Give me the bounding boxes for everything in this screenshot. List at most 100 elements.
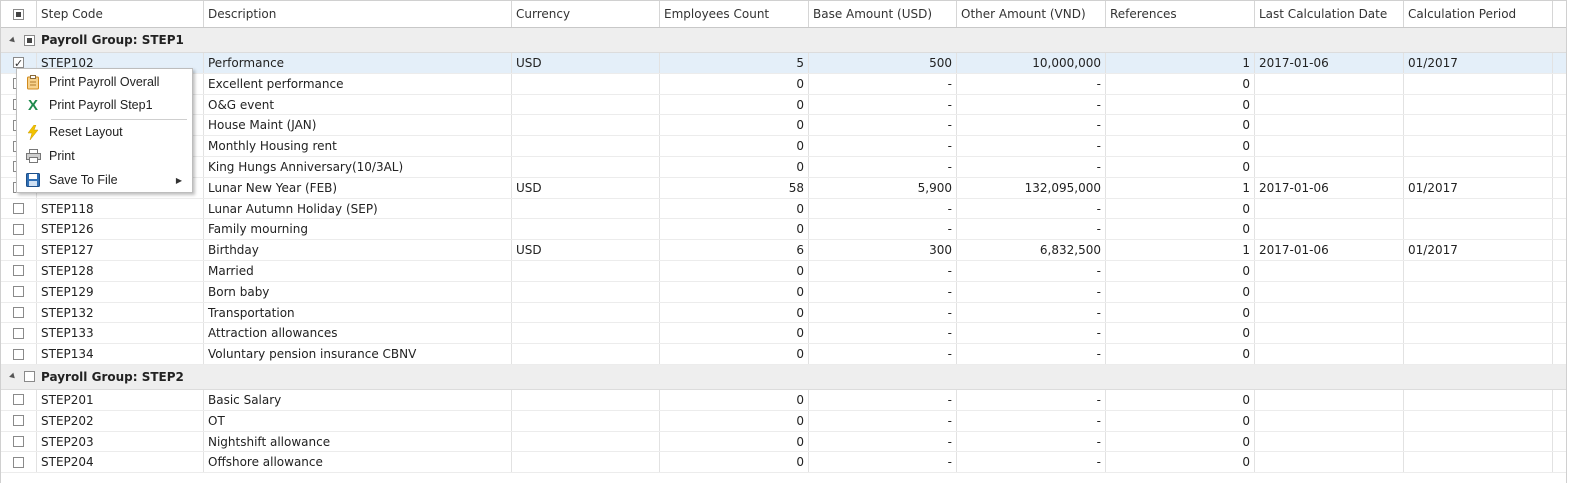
table-row[interactable]: O&G event 0- -0 xyxy=(1,94,1566,116)
calculation-period-cell xyxy=(1404,198,1553,219)
collapse-triangle-icon[interactable] xyxy=(9,373,17,381)
other-amount-cell: - xyxy=(957,389,1106,410)
row-checkbox[interactable] xyxy=(13,202,24,214)
last-calculation-date-cell xyxy=(1255,260,1404,281)
table-row[interactable]: STEP126 Family mourning 0- -0 xyxy=(1,219,1566,241)
step-code-cell: STEP129 xyxy=(37,281,204,302)
base-amount-cell: - xyxy=(809,198,957,219)
row-checkbox-cell[interactable] xyxy=(1,302,37,323)
references-cell: 0 xyxy=(1106,323,1255,344)
row-checkbox[interactable] xyxy=(13,415,24,427)
column-header-references[interactable]: References xyxy=(1106,1,1255,27)
group-row[interactable]: Payroll Group: STEP2 xyxy=(1,364,1566,390)
currency-cell xyxy=(512,452,660,473)
table-row[interactable]: King Hungs Anniversary(10/3AL) 0- -0 xyxy=(1,156,1566,178)
table-row[interactable]: STEP134 Voluntary pension insurance CBNV 0… xyxy=(1,344,1566,365)
column-header-description[interactable]: Description xyxy=(204,1,512,27)
printer-icon xyxy=(17,149,49,163)
table-row[interactable]: Monthly Housing rent 0- -0 xyxy=(1,136,1566,157)
row-checkbox-cell[interactable] xyxy=(1,431,37,452)
currency-cell xyxy=(512,219,660,240)
row-checkbox-cell[interactable] xyxy=(1,281,37,302)
column-header-step-code[interactable]: Step Code xyxy=(37,1,204,27)
collapse-triangle-icon[interactable] xyxy=(9,36,17,44)
last-calculation-date-cell xyxy=(1255,389,1404,410)
table-row[interactable]: STEP203 Nightshift allowance 0- -0 xyxy=(1,431,1566,453)
references-cell: 0 xyxy=(1106,219,1255,240)
menu-item-print-payroll-overall[interactable]: Print Payroll Overall xyxy=(17,71,192,93)
group-checkbox[interactable] xyxy=(24,34,35,46)
description-cell: Performance xyxy=(204,53,512,73)
group-checkbox[interactable] xyxy=(24,371,35,383)
table-row[interactable]: Lunar New Year (FEB) USD 58 5,900 132,095,00… xyxy=(1,177,1566,199)
row-checkbox[interactable] xyxy=(13,435,24,447)
column-header-base-amount[interactable]: Base Amount (USD) xyxy=(809,1,957,27)
row-checkbox[interactable] xyxy=(13,244,24,256)
table-row[interactable]: STEP118 Lunar Autumn Holiday (SEP) 0- -0 xyxy=(1,198,1566,220)
column-header-other-amount[interactable]: Other Amount (VND) xyxy=(957,1,1106,27)
row-checkbox[interactable] xyxy=(13,327,24,339)
row-checkbox-cell[interactable] xyxy=(1,452,37,473)
employees-count-cell: 5 xyxy=(660,53,809,73)
currency-cell xyxy=(512,344,660,364)
employees-count-cell: 0 xyxy=(660,452,809,473)
table-row[interactable]: STEP202 OT 0- -0 xyxy=(1,410,1566,432)
row-checkbox[interactable] xyxy=(13,265,24,277)
row-checkbox[interactable] xyxy=(13,394,24,406)
last-calculation-date-cell xyxy=(1255,431,1404,452)
references-cell: 0 xyxy=(1106,431,1255,452)
menu-item-save-to-file[interactable]: Save To File ▶ xyxy=(17,169,192,191)
base-amount-cell: - xyxy=(809,115,957,136)
row-checkbox-cell[interactable] xyxy=(1,323,37,344)
menu-item-print-payroll-step1[interactable]: X Print Payroll Step1 xyxy=(17,94,192,116)
description-cell: Voluntary pension insurance CBNV xyxy=(204,344,512,364)
table-row[interactable]: STEP204 Offshore allowance 0- -0 xyxy=(1,452,1566,474)
row-checkbox-cell[interactable] xyxy=(1,410,37,431)
row-checkbox[interactable] xyxy=(13,223,24,235)
step-code-cell: STEP202 xyxy=(37,410,204,431)
table-row[interactable]: Excellent performance 0- -0 xyxy=(1,73,1566,95)
column-header-employees-count[interactable]: Employees Count xyxy=(660,1,809,27)
table-row[interactable]: STEP102PerformanceUSD550010,000,00012017… xyxy=(1,53,1566,74)
column-header-calculation-period[interactable]: Calculation Period xyxy=(1404,1,1553,27)
other-amount-cell: - xyxy=(957,344,1106,364)
grid-body: Payroll Group: STEP1STEP102PerformanceUS… xyxy=(1,28,1566,474)
table-row[interactable]: STEP127 Birthday USD 6 300 6,832,500 1 2017-01-… xyxy=(1,240,1566,261)
row-checkbox[interactable] xyxy=(13,456,24,468)
row-checkbox[interactable] xyxy=(13,348,24,360)
table-row[interactable]: STEP132 Transportation 0- -0 xyxy=(1,302,1566,324)
description-cell: Birthday xyxy=(204,240,512,260)
currency-cell xyxy=(512,136,660,156)
other-amount-cell: 10,000,000 xyxy=(957,53,1106,73)
select-all-checkbox[interactable] xyxy=(13,8,24,20)
row-checkbox-cell[interactable] xyxy=(1,198,37,219)
last-calculation-date-cell: 2017-01-06 xyxy=(1255,177,1404,198)
row-checkbox-cell[interactable] xyxy=(1,260,37,281)
row-checkbox-cell[interactable] xyxy=(1,389,37,410)
row-checkbox[interactable] xyxy=(13,306,24,318)
column-header-currency[interactable]: Currency xyxy=(512,1,660,27)
step-code-cell: STEP118 xyxy=(37,198,204,219)
table-row[interactable]: STEP133 Attraction allowances 0- -0 xyxy=(1,323,1566,345)
last-calculation-date-cell xyxy=(1255,281,1404,302)
table-row[interactable]: STEP129 Born baby 0- -0 xyxy=(1,281,1566,303)
row-checkbox-cell[interactable] xyxy=(1,219,37,240)
table-row[interactable]: STEP201 Basic Salary 0- -0 xyxy=(1,389,1566,411)
table-row[interactable]: STEP128 Married 0- -0 xyxy=(1,260,1566,282)
base-amount-cell: 500 xyxy=(809,53,957,73)
currency-cell xyxy=(512,115,660,136)
group-row[interactable]: Payroll Group: STEP1 xyxy=(1,28,1566,53)
employees-count-cell: 6 xyxy=(660,240,809,260)
row-checkbox-cell[interactable] xyxy=(1,344,37,364)
column-header-last-calculation-date[interactable]: Last Calculation Date xyxy=(1255,1,1404,27)
row-checkbox[interactable] xyxy=(13,54,24,73)
select-all-checkbox-cell[interactable] xyxy=(1,1,37,27)
row-checkbox-cell[interactable] xyxy=(1,240,37,260)
other-amount-cell: - xyxy=(957,136,1106,156)
row-checkbox[interactable] xyxy=(13,286,24,298)
last-calculation-date-cell xyxy=(1255,198,1404,219)
other-amount-cell: - xyxy=(957,410,1106,431)
menu-item-reset-layout[interactable]: Reset Layout xyxy=(17,121,192,143)
table-row[interactable]: House Maint (JAN) 0- -0 xyxy=(1,115,1566,137)
menu-item-print[interactable]: Print xyxy=(17,145,192,167)
